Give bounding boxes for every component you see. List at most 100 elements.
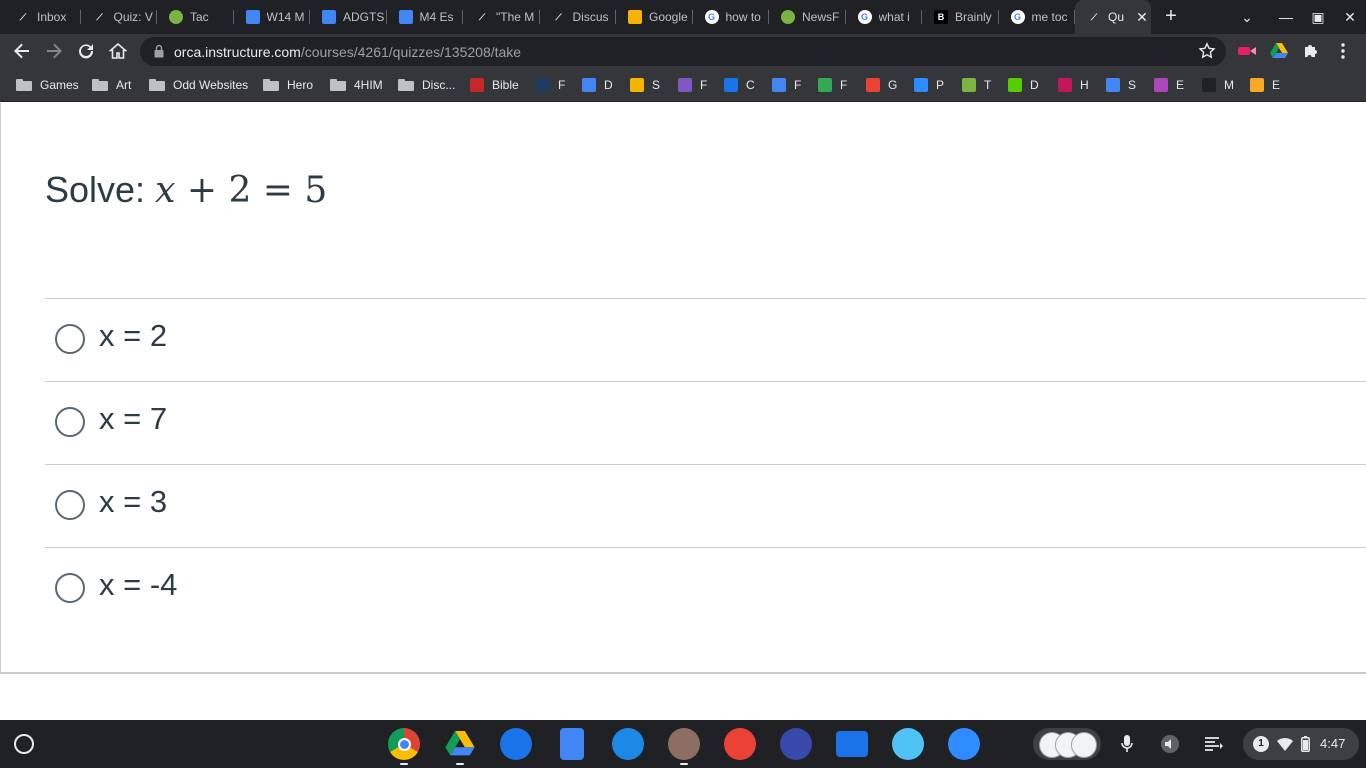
game-icon[interactable] [668, 728, 700, 765]
drive-icon[interactable] [444, 728, 476, 765]
answer-option[interactable]: x = -4 [45, 547, 1366, 630]
bookmark-link[interactable]: S [630, 76, 660, 94]
palette-icon[interactable] [724, 728, 756, 760]
question-box: Solve: x + 2 = 5 x = 2 x = 7 x = 3 x = -… [0, 103, 1366, 674]
active-browser-tab[interactable]: ⟋ Qu ✕ [1075, 0, 1151, 34]
chrome-icon[interactable] [388, 728, 420, 765]
minimize-icon[interactable]: — [1276, 7, 1296, 27]
browser-tab[interactable]: ⟋ Inbox [4, 4, 81, 30]
bookmark-label: Games [40, 78, 79, 92]
docs-icon[interactable] [560, 728, 584, 760]
answer-option[interactable]: x = 2 [45, 298, 1366, 381]
browser-tab[interactable]: NewsF [769, 4, 846, 30]
browser-tab[interactable]: ADGTS [310, 4, 387, 30]
bookmark-folder[interactable]: Odd Websites [149, 76, 248, 94]
answer-option[interactable]: x = 7 [45, 381, 1366, 464]
browser-tab[interactable]: ⟋ "The M [463, 4, 540, 30]
gmail-icon [866, 78, 880, 92]
answer-label[interactable]: x = -4 [99, 567, 177, 603]
browser-tab[interactable]: Tac [157, 4, 234, 30]
google-icon: G [704, 10, 719, 24]
green-swirl-icon [169, 10, 183, 24]
tab-title: NewsF [802, 10, 840, 24]
bookmark-link[interactable]: E [1250, 76, 1280, 94]
answer-label[interactable]: x = 3 [99, 484, 167, 520]
new-tab-button[interactable]: + [1160, 5, 1182, 27]
browser-tab[interactable]: Google [616, 4, 693, 30]
bookmark-link[interactable]: F [678, 76, 707, 94]
browser-tab[interactable]: ⟋ Discus [540, 4, 616, 30]
browser-tab[interactable]: Ghow to [693, 4, 769, 30]
drive-extension-icon[interactable] [1270, 42, 1288, 60]
bible-icon [470, 78, 484, 92]
bookmark-link[interactable]: M [1202, 76, 1234, 94]
files-icon[interactable] [836, 731, 868, 757]
bookmark-link[interactable]: H [1058, 76, 1089, 94]
status-area[interactable]: 1 4:47 [1243, 728, 1359, 760]
cursive-icon[interactable] [780, 728, 812, 760]
character-icon [1250, 78, 1264, 92]
bookmark-star-icon[interactable] [1198, 42, 1216, 60]
tab-title: Google [649, 10, 688, 24]
back-button[interactable] [11, 40, 33, 62]
folder-icon [149, 79, 165, 91]
answer-option[interactable]: x = 3 [45, 464, 1366, 547]
radio-button[interactable] [55, 324, 85, 354]
camera-icon[interactable] [500, 728, 532, 760]
bookmark-link[interactable]: G [866, 76, 897, 94]
bookmark-link[interactable]: S [1106, 76, 1136, 94]
bookmark-label: S [652, 78, 661, 92]
browser-tab[interactable]: B Brainly [922, 4, 999, 30]
bookmark-link[interactable]: T [962, 76, 991, 94]
browser-tab[interactable]: ⟋ Quiz: V [81, 4, 157, 30]
bookmark-folder[interactable]: Disc... [398, 76, 455, 94]
bookmark-link[interactable]: E [1154, 76, 1184, 94]
helm-icon[interactable] [612, 728, 644, 760]
answer-label[interactable]: x = 2 [99, 318, 167, 354]
browser-tab[interactable]: Gme toc [999, 4, 1075, 30]
answer-label[interactable]: x = 7 [99, 401, 167, 437]
browser-tab[interactable]: Gwhat i [846, 4, 922, 30]
tab-title: Qu [1108, 10, 1125, 24]
forward-button[interactable] [43, 40, 65, 62]
bookmark-folder[interactable]: Games [16, 76, 79, 94]
tab-search-icon[interactable]: ⌄ [1237, 7, 1257, 27]
bookmark-link[interactable]: D [582, 76, 613, 94]
bookmark-link[interactable]: C [724, 76, 755, 94]
holding-space-tray[interactable] [1033, 728, 1101, 760]
docs-icon [582, 78, 596, 92]
radio-button[interactable] [55, 573, 85, 603]
microphone-icon[interactable] [1117, 734, 1137, 754]
select-to-speak-icon[interactable] [1160, 734, 1180, 754]
close-window-icon[interactable]: ✕ [1340, 7, 1360, 27]
docs-icon [245, 10, 260, 24]
radio-button[interactable] [55, 407, 85, 437]
browser-menu-icon[interactable] [1334, 42, 1352, 60]
radio-button[interactable] [55, 490, 85, 520]
url-text: orca.instructure.com/courses/4261/quizze… [174, 44, 521, 60]
bookmark-link[interactable]: F [818, 76, 847, 94]
address-bar[interactable]: orca.instructure.com/courses/4261/quizze… [140, 37, 1226, 66]
extensions-puzzle-icon[interactable] [1302, 42, 1320, 60]
bookmark-link[interactable]: F [772, 76, 801, 94]
canvas-app-icon[interactable] [892, 728, 924, 760]
bookmark-folder[interactable]: Hero [263, 76, 313, 94]
brainly-icon: B [934, 10, 948, 24]
bookmark-link[interactable]: D [1008, 76, 1039, 94]
screencast-extension-icon[interactable] [1238, 42, 1256, 60]
notes-tray-icon[interactable] [1204, 734, 1224, 754]
browser-tab[interactable]: W14 M [234, 4, 310, 30]
bookmark-link[interactable]: Bible [470, 76, 519, 94]
bookmark-folder[interactable]: Art [92, 76, 131, 94]
zoom-icon[interactable] [948, 728, 980, 760]
tab-close-icon[interactable]: ✕ [1134, 9, 1150, 25]
bookmark-link[interactable]: P [914, 76, 944, 94]
home-button[interactable] [107, 40, 129, 62]
docs-icon [398, 10, 413, 24]
launcher-button[interactable] [14, 734, 34, 754]
browser-tab[interactable]: M4 Es [387, 4, 463, 30]
maximize-icon[interactable]: ▣ [1308, 7, 1328, 27]
bookmark-link[interactable]: F [536, 76, 565, 94]
bookmark-folder[interactable]: 4HIM [330, 76, 383, 94]
reload-button[interactable] [75, 40, 97, 62]
